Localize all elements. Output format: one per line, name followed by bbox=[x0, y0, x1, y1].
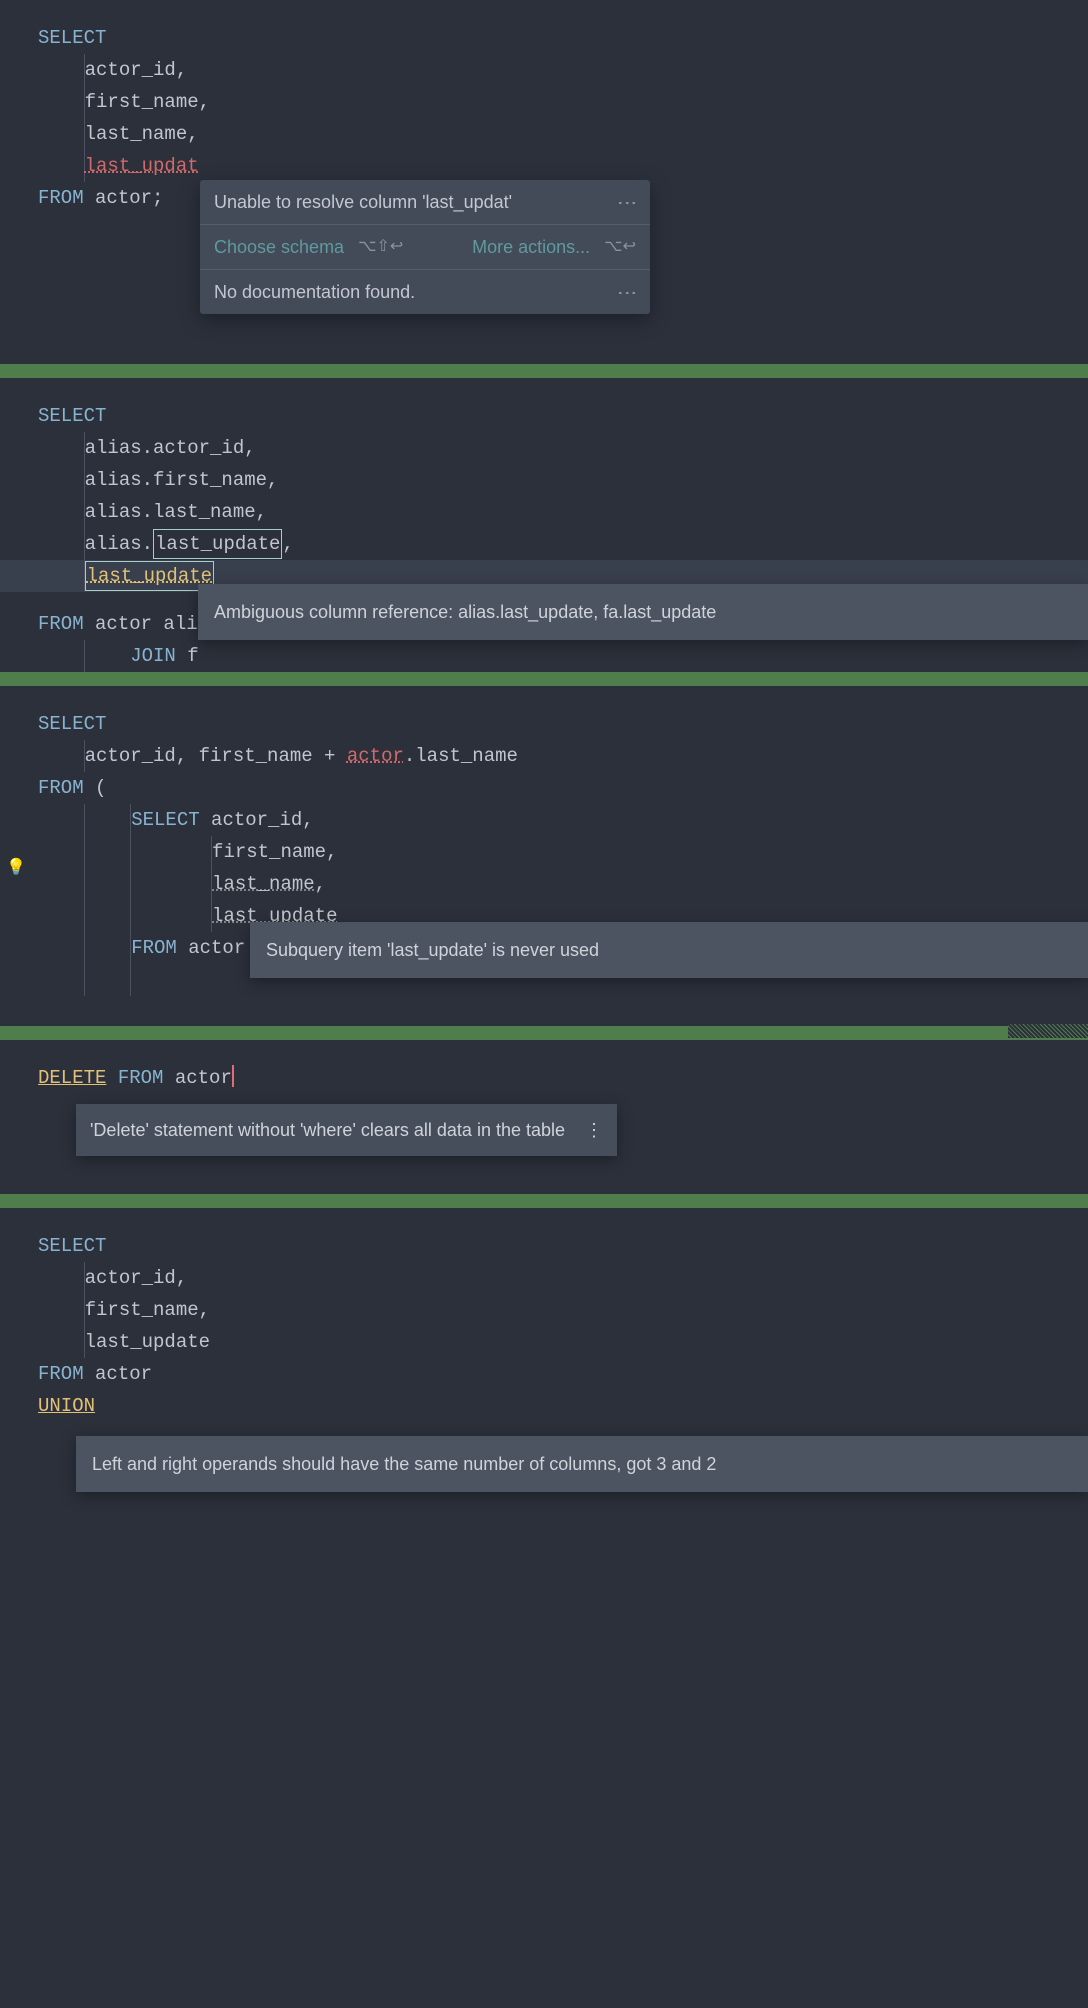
inspection-tooltip: Left and right operands should have the … bbox=[76, 1436, 1088, 1492]
separator bbox=[0, 1026, 1088, 1040]
inspection-popup: Unable to resolve column 'last_updat' ⋮ … bbox=[200, 180, 650, 314]
keyword-select: SELECT bbox=[38, 713, 106, 735]
inspection-tooltip: 'Delete' statement without 'where' clear… bbox=[76, 1104, 617, 1156]
column-prefix: alias. bbox=[85, 533, 153, 555]
expr: .last_name bbox=[404, 745, 518, 767]
keyword-from: FROM bbox=[38, 613, 84, 635]
shortcut-label: ⌥↩ bbox=[604, 235, 636, 259]
keyword-from: FROM bbox=[38, 187, 84, 209]
keyword-select: SELECT bbox=[38, 405, 106, 427]
code-block-5[interactable]: SELECT actor_id, first_name, last_update… bbox=[0, 1208, 1088, 1502]
keyword-from: FROM bbox=[38, 777, 84, 799]
table-name: actor bbox=[95, 187, 152, 209]
semicolon: ; bbox=[152, 187, 163, 209]
tooltip-text: Subquery item 'last_update' is never use… bbox=[266, 940, 599, 960]
separator bbox=[0, 1194, 1088, 1208]
code-block-1[interactable]: SELECT actor_id, first_name, last_name, … bbox=[0, 0, 1088, 364]
column: actor_id, bbox=[85, 59, 188, 81]
column: first_name, bbox=[85, 91, 210, 113]
more-icon[interactable]: ⋮ bbox=[617, 193, 637, 211]
column: last_update bbox=[85, 1331, 210, 1353]
inspection-tooltip: Subquery item 'last_update' is never use… bbox=[250, 922, 1088, 978]
from-fragment: actor ali bbox=[95, 613, 198, 635]
highlighted-token-warning[interactable]: last_update bbox=[85, 561, 214, 591]
keyword-delete-warning[interactable]: DELETE bbox=[38, 1067, 106, 1089]
inspection-tooltip: Ambiguous column reference: alias.last_u… bbox=[198, 584, 1088, 640]
keyword-select: SELECT bbox=[131, 809, 199, 831]
keyword-select: SELECT bbox=[38, 27, 106, 49]
more-icon[interactable]: ⋮ bbox=[617, 283, 637, 301]
separator bbox=[0, 364, 1088, 378]
more-icon[interactable]: ⋮ bbox=[585, 1114, 603, 1146]
tooltip-text: Ambiguous column reference: alias.last_u… bbox=[214, 602, 716, 622]
error-token[interactable]: actor bbox=[347, 745, 404, 767]
comma: , bbox=[282, 533, 293, 555]
caret-icon bbox=[232, 1065, 234, 1087]
keyword-union-warning[interactable]: UNION bbox=[38, 1395, 95, 1417]
keyword-from: FROM bbox=[38, 1363, 84, 1385]
code-blocks-container: SELECT actor_id, first_name, last_name, … bbox=[0, 0, 1088, 1502]
column: actor_id, bbox=[200, 809, 314, 831]
code-block-2[interactable]: SELECT alias.actor_id, alias.first_name,… bbox=[0, 378, 1088, 672]
separator-noise bbox=[1008, 1024, 1088, 1038]
separator bbox=[0, 672, 1088, 686]
tooltip-text: 'Delete' statement without 'where' clear… bbox=[90, 1114, 565, 1146]
expr: actor_id, first_name + bbox=[85, 745, 347, 767]
comma: , bbox=[315, 873, 326, 895]
code-block-4[interactable]: DELETE FROM actor 'Delete' statement wit… bbox=[0, 1040, 1088, 1194]
shortcut-label: ⌥⇧↩ bbox=[358, 235, 403, 259]
table-name: actor bbox=[95, 1363, 152, 1385]
tooltip-text: Left and right operands should have the … bbox=[92, 1454, 716, 1474]
keyword-from: FROM bbox=[118, 1067, 164, 1089]
column: alias.actor_id, bbox=[85, 437, 256, 459]
code-block-3[interactable]: SELECT actor_id, first_name + actor.last… bbox=[0, 686, 1088, 1026]
more-actions-link[interactable]: More actions... bbox=[472, 235, 590, 259]
keyword-select: SELECT bbox=[38, 1235, 106, 1257]
popup-title: Unable to resolve column 'last_updat' bbox=[214, 190, 604, 214]
column: last_name, bbox=[85, 123, 199, 145]
column: first_name, bbox=[85, 1299, 210, 1321]
column-error[interactable]: last_updat bbox=[85, 155, 199, 177]
no-doc-text: No documentation found. bbox=[214, 280, 604, 304]
highlighted-token[interactable]: last_update bbox=[153, 529, 282, 559]
paren: ( bbox=[84, 777, 107, 799]
column-warning[interactable]: last_name bbox=[212, 873, 315, 895]
table-name: actor bbox=[175, 1067, 232, 1089]
table-name: actor bbox=[177, 937, 245, 959]
choose-schema-link[interactable]: Choose schema bbox=[214, 235, 344, 259]
column: first_name, bbox=[212, 841, 337, 863]
column: actor_id, bbox=[85, 1267, 188, 1289]
join-fragment: f bbox=[187, 645, 198, 667]
column: alias.last_name, bbox=[85, 501, 267, 523]
column: alias.first_name, bbox=[85, 469, 279, 491]
keyword-from: FROM bbox=[131, 937, 177, 959]
keyword-join: JOIN bbox=[130, 645, 176, 667]
